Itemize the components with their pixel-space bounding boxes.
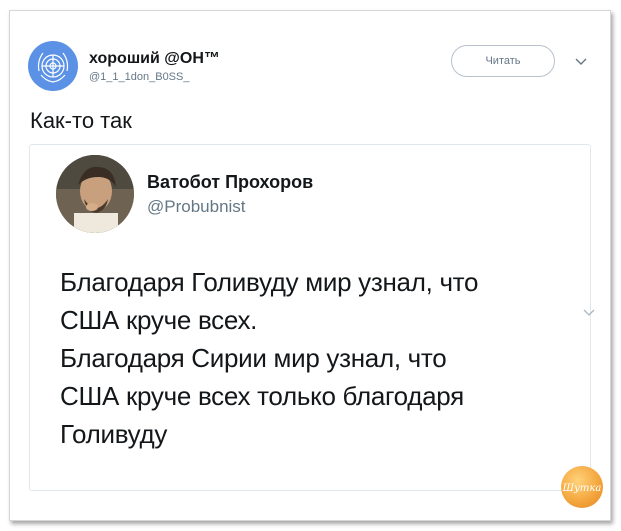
author-handle[interactable]: @1_1_1don_B0SS_ xyxy=(89,70,220,84)
follow-button[interactable]: Читать xyxy=(451,45,555,77)
quote-line: США круче всех только благодаря xyxy=(60,381,464,411)
quote-line: США круче всех. xyxy=(60,305,258,335)
avatar[interactable] xyxy=(28,41,78,91)
quote-line: Благодаря Голивуду мир узнал, что xyxy=(60,267,479,297)
watermark-logo: Шутка xyxy=(561,466,603,508)
quote-author-block: Ватобот Прохоров @Probubnist xyxy=(147,171,313,217)
tweet-text: Как-то так xyxy=(30,108,132,133)
quote-author-handle[interactable]: @Probubnist xyxy=(147,196,313,217)
screenshot-frame: хороший @ОН™ @1_1_1don_B0SS_ Читать Как-… xyxy=(9,10,611,521)
quote-line: Голивуду xyxy=(60,419,168,449)
author-block: хороший @ОН™ @1_1_1don_B0SS_ xyxy=(89,49,220,84)
watermark-icon: Шутка xyxy=(562,483,602,494)
watermark-text: Шутка xyxy=(562,483,602,494)
quoted-tweet-card[interactable]: Ватобот Прохоров @Probubnist Благодаря Г… xyxy=(29,144,595,491)
author-name[interactable]: хороший @ОН™ xyxy=(89,49,220,68)
tweet-header: хороший @ОН™ @1_1_1don_B0SS_ xyxy=(28,41,220,91)
quote-line: Благодаря Сирии мир узнал, что xyxy=(60,343,447,373)
chevron-down-icon[interactable] xyxy=(574,57,588,67)
quote-header: Ватобот Прохоров @Probubnist xyxy=(56,155,313,233)
quote-author-name[interactable]: Ватобот Прохоров xyxy=(147,171,313,193)
profile-photo-icon xyxy=(56,155,134,233)
chevron-down-icon[interactable] xyxy=(582,308,596,318)
un-emblem-icon xyxy=(37,52,69,83)
quote-text: Благодаря Голивуду мир узнал, что США кр… xyxy=(60,263,570,453)
avatar[interactable] xyxy=(56,155,134,233)
